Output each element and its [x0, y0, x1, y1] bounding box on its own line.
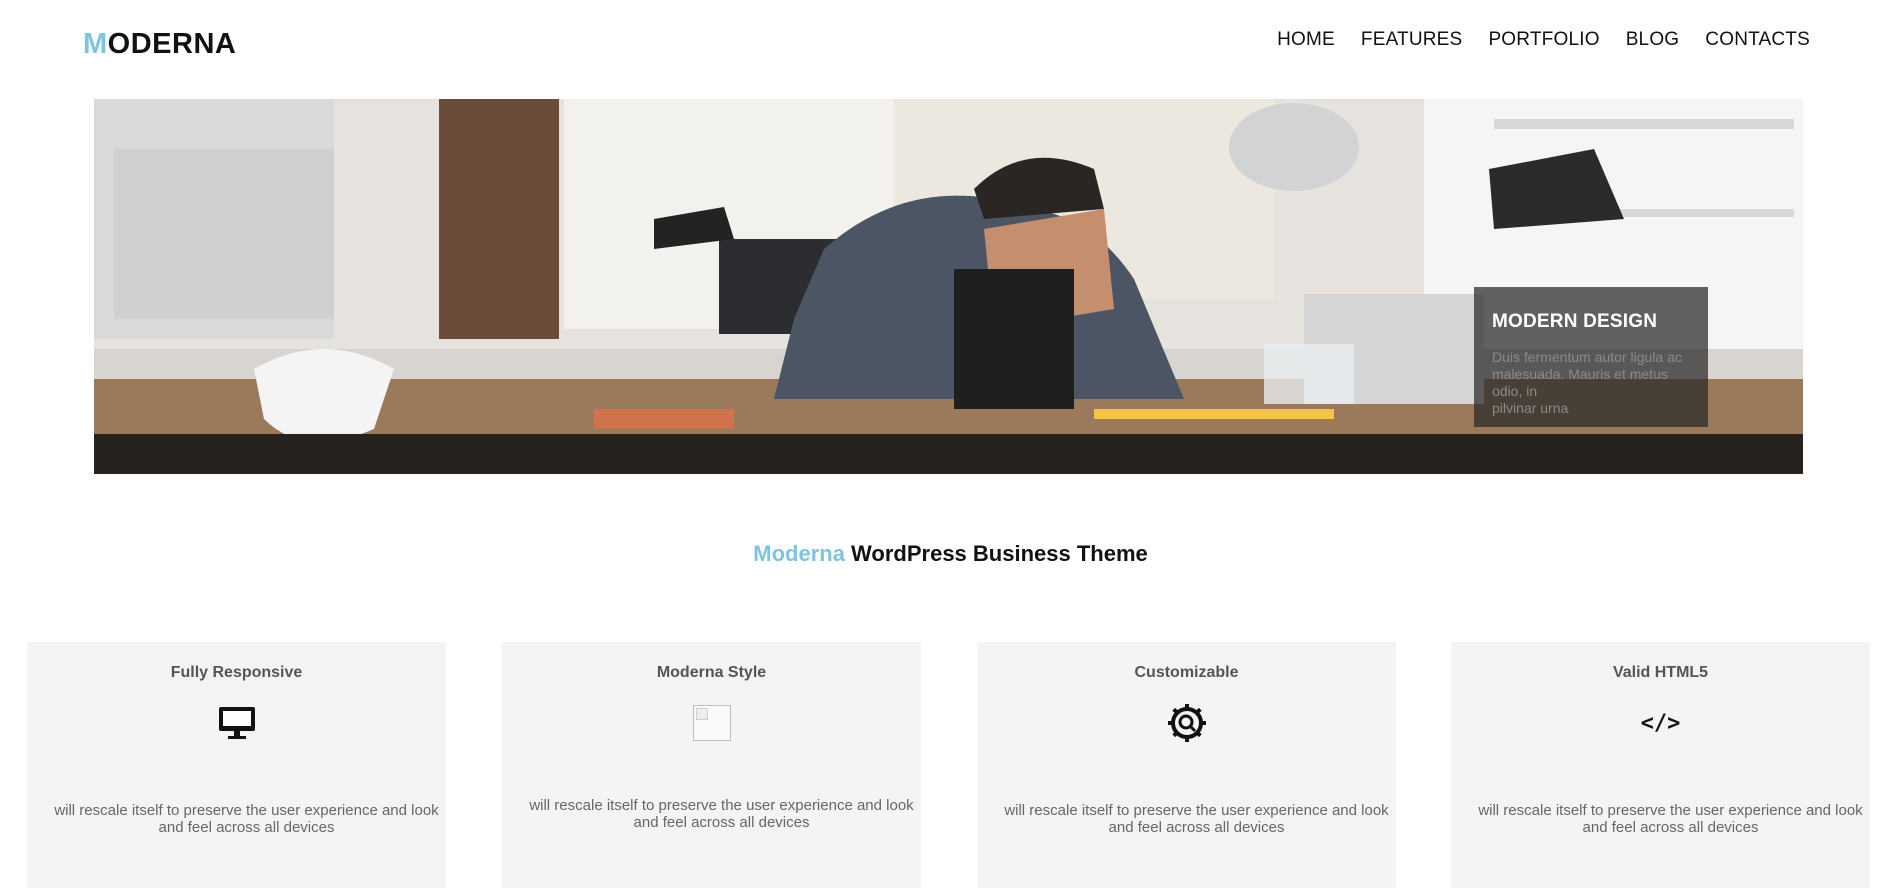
- feature-text-line: will rescale itself to preserve the user…: [529, 797, 914, 814]
- feature-title: Customizable: [1134, 664, 1239, 681]
- feature-text-line: and feel across all devices: [633, 814, 810, 831]
- caption-text: Duis fermentum autor ligula ac malesuada.…: [1492, 349, 1690, 417]
- feature-card-responsive: Fully Responsive will rescale itself to …: [27, 642, 446, 888]
- nav-contacts[interactable]: CONTACTS: [1705, 29, 1810, 51]
- section-title-rest: WordPress Business Theme: [844, 541, 1148, 566]
- feature-text: will rescale itself to preserve the user…: [997, 802, 1396, 836]
- nav-home[interactable]: HOME: [1277, 29, 1335, 51]
- feature-text-line: and feel across all devices: [158, 819, 335, 836]
- feature-text: will rescale itself to preserve the user…: [522, 797, 921, 831]
- nav-portfolio[interactable]: PORTFOLIO: [1488, 29, 1599, 51]
- feature-text: will rescale itself to preserve the user…: [1471, 802, 1870, 836]
- feature-text: will rescale itself to preserve the user…: [47, 802, 446, 836]
- hero-caption: MODERN DESIGN Duis fermentum autor ligul…: [1474, 287, 1708, 427]
- code-icon-glyph: </>: [1640, 710, 1681, 736]
- caption-title: MODERN DESIGN: [1492, 311, 1658, 332]
- caption-line: odio, in: [1492, 383, 1538, 399]
- nav-blog[interactable]: BLOG: [1626, 29, 1680, 51]
- feature-title: Fully Responsive: [170, 664, 303, 681]
- feature-card-html5: Valid HTML5 </> will rescale itself to p…: [1451, 642, 1870, 888]
- nav-features[interactable]: FEATURES: [1361, 29, 1463, 51]
- feature-text-line: and feel across all devices: [1582, 819, 1759, 836]
- caption-line: Duis fermentum autor ligula ac: [1492, 349, 1682, 365]
- site-logo[interactable]: MODERNA: [83, 28, 236, 61]
- feature-text-line: and feel across all devices: [1108, 819, 1285, 836]
- logo-text: ODERNA: [107, 28, 237, 60]
- feature-card-customizable: Customizable will rescale itself to pres…: [977, 642, 1396, 888]
- section-title: Moderna WordPress Business Theme: [0, 541, 1901, 567]
- gear-search-icon: [1167, 703, 1207, 743]
- broken-image: [692, 705, 731, 741]
- feature-text-line: will rescale itself to preserve the user…: [1478, 802, 1863, 819]
- logo-accent: M: [83, 28, 108, 60]
- code-icon: </>: [1641, 703, 1681, 743]
- hero-slider: MODERN DESIGN Duis fermentum autor ligul…: [94, 99, 1803, 474]
- feature-card-style: Moderna Style will rescale itself to pre…: [502, 642, 921, 888]
- broken-image-icon: [692, 703, 732, 743]
- feature-text-line: will rescale itself to preserve the user…: [54, 802, 439, 819]
- section-title-accent: Moderna: [753, 541, 845, 566]
- monitor-icon: [217, 703, 257, 743]
- caption-line: malesuada. Mauris et metus: [1492, 366, 1668, 382]
- caption-line: pilvinar urna: [1492, 400, 1569, 416]
- feature-title: Moderna Style: [656, 664, 767, 681]
- feature-title: Valid HTML5: [1612, 664, 1709, 681]
- feature-text-line: will rescale itself to preserve the user…: [1004, 802, 1389, 819]
- main-nav: HOME FEATURES PORTFOLIO BLOG CONTACTS: [1251, 29, 1810, 51]
